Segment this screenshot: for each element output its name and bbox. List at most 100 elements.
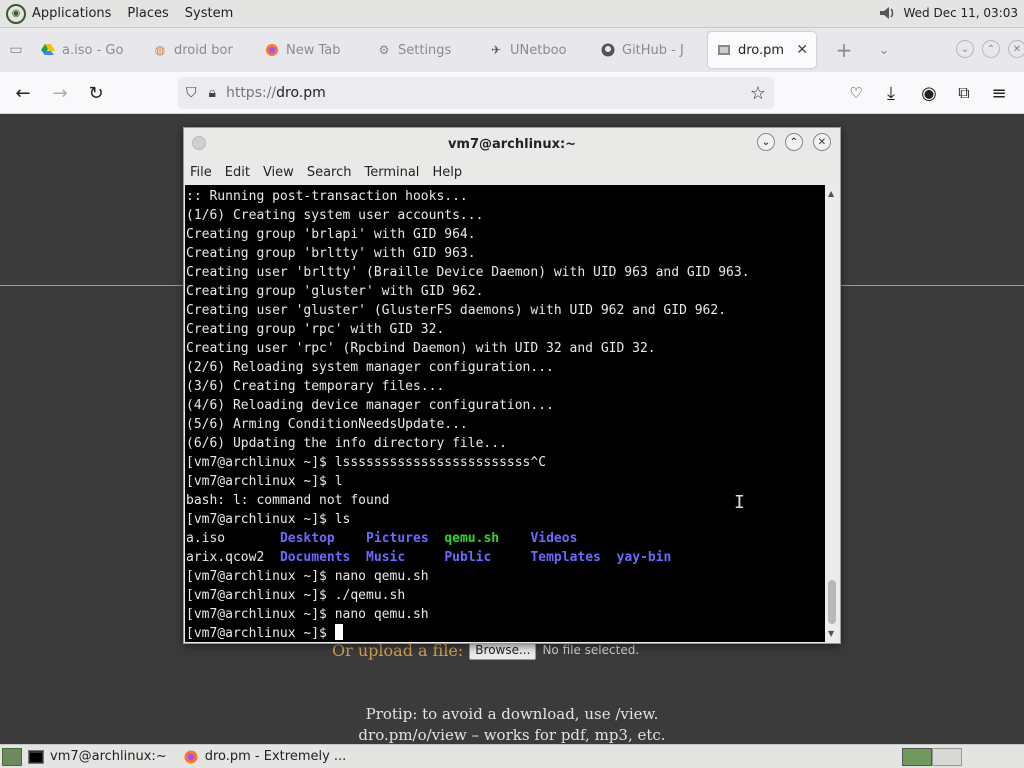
terminal-line: Creating group 'brltty' with GID 963.	[186, 246, 476, 261]
ls-entry: a.iso	[186, 531, 226, 546]
github-icon	[600, 42, 616, 58]
forward-icon[interactable]: →	[47, 80, 73, 106]
close-browser-icon[interactable]: ✕	[1008, 40, 1024, 58]
bookmark-star-icon[interactable]: ☆	[750, 83, 766, 104]
tab-label: New Tab	[286, 42, 341, 58]
terminal-line: (5/6) Arming ConditionNeedsUpdate...	[186, 417, 468, 432]
taskbar-label: dro.pm - Extremely ...	[204, 749, 347, 764]
tab-dro-pm[interactable]: dro.pm ✕	[708, 32, 816, 68]
menu-terminal[interactable]: Terminal	[364, 165, 419, 180]
url-host: dro.pm	[276, 85, 326, 101]
firefox-icon	[264, 42, 280, 58]
dro-icon	[716, 42, 732, 58]
ls-entry: Documents	[279, 550, 351, 565]
taskbar: vm7@archlinux:~ dro.pm - Extremely ...	[0, 744, 1024, 768]
terminal-line: [vm7@archlinux ~]$ nano qemu.sh	[186, 607, 429, 622]
protip-line-2: dro.pm/o/view – works for pdf, mp3, etc.	[358, 726, 666, 744]
terminal-line: Creating user 'rpc' (Rpcbind Daemon) wit…	[186, 341, 656, 356]
ls-output-row: a.iso Desktop Pictures qemu.sh Videos	[185, 529, 826, 548]
terminal-line: (3/6) Creating temporary files...	[186, 379, 445, 394]
lock-icon[interactable]: 🔒︎	[209, 85, 216, 101]
terminal-line: (2/6) Reloading system manager configura…	[186, 360, 554, 375]
applications-menu[interactable]: Applications	[32, 6, 111, 21]
app-menu-icon[interactable]: ≡	[986, 80, 1012, 106]
terminal-line: [vm7@archlinux ~]$ l	[186, 474, 343, 489]
window-menu-icon[interactable]	[192, 136, 206, 150]
terminal-line: [vm7@archlinux ~]$ ls	[186, 512, 351, 527]
tab-settings[interactable]: ⚙ Settings	[368, 32, 480, 68]
maximize-browser-icon[interactable]: ⌃	[982, 40, 1000, 58]
terminal-line: Creating user 'gluster' (GlusterFS daemo…	[186, 303, 727, 318]
workspace-2[interactable]	[932, 748, 962, 766]
tab-strip: ▭ a.iso - Go ◍ droid bor New Tab ⚙ Setti…	[0, 28, 1024, 72]
tab-label: a.iso - Go	[62, 42, 124, 58]
minimize-browser-icon[interactable]: ⌄	[956, 40, 974, 58]
clock[interactable]: Wed Dec 11, 03:03	[904, 6, 1019, 20]
tab-google-drive[interactable]: a.iso - Go	[32, 32, 144, 68]
mate-logo-icon[interactable]: ◉	[6, 3, 26, 24]
terminal-title: vm7@archlinux:~	[447, 136, 577, 152]
new-tab-button[interactable]: +	[828, 34, 860, 66]
terminal-line: (1/6) Creating system user accounts...	[186, 208, 484, 223]
ls-entry: Public	[444, 550, 492, 565]
account-icon[interactable]: ◉	[916, 80, 942, 106]
no-file-label: No file selected.	[542, 643, 640, 657]
nav-bar: ← → ↻ ⛉ 🔒︎ https://dro.pm ☆ ♡ ⤓ ◉ ⧉ ≡	[0, 72, 1024, 114]
terminal-titlebar[interactable]: vm7@archlinux:~ ⌄ ⌃ ✕	[184, 128, 840, 160]
menu-search[interactable]: Search	[307, 165, 352, 180]
maximize-icon[interactable]: ⌃	[785, 133, 803, 151]
terminal-screen[interactable]: :: Running post-transaction hooks...(1/6…	[185, 185, 826, 642]
list-all-tabs-icon[interactable]: ⌄	[868, 34, 900, 66]
terminal-window[interactable]: vm7@archlinux:~ ⌄ ⌃ ✕ File Edit View Sea…	[183, 127, 841, 644]
url-protocol: https://	[225, 85, 277, 101]
tab-new-tab[interactable]: New Tab	[256, 32, 368, 68]
tab-github[interactable]: GitHub - J	[592, 32, 704, 68]
terminal-line: :: Running post-transaction hooks...	[186, 189, 468, 204]
volume-icon[interactable]	[878, 4, 896, 22]
taskbar-item-terminal[interactable]: vm7@archlinux:~	[28, 746, 177, 768]
tab-droid-bor[interactable]: ◍ droid bor	[144, 32, 256, 68]
terminal-prompt[interactable]: [vm7@archlinux ~]$	[185, 624, 826, 642]
unetbootin-icon: ✈	[490, 43, 502, 57]
ls-entry: qemu.sh	[444, 531, 500, 546]
show-desktop-icon[interactable]	[2, 747, 22, 766]
tab-unetbootin[interactable]: ✈ UNetboo	[480, 32, 592, 68]
scroll-up-icon[interactable]: ▲	[828, 189, 834, 198]
terminal-line: (6/6) Updating the info directory file..…	[186, 436, 507, 451]
menu-edit[interactable]: Edit	[225, 165, 250, 180]
taskbar-item-firefox[interactable]: dro.pm - Extremely ...	[183, 746, 357, 768]
workspace-1[interactable]	[902, 748, 932, 766]
url-text[interactable]: https://dro.pm	[226, 85, 326, 101]
close-tab-icon[interactable]: ✕	[796, 42, 808, 58]
taskbar-label: vm7@archlinux:~	[50, 749, 167, 764]
download-icon[interactable]: ⤓	[878, 80, 904, 106]
terminal-line: [vm7@archlinux ~]$ ./qemu.sh	[186, 588, 406, 603]
pocket-icon[interactable]: ♡	[843, 80, 869, 106]
back-icon[interactable]: ←	[10, 80, 36, 106]
menu-view[interactable]: View	[263, 165, 294, 180]
places-menu[interactable]: Places	[127, 6, 168, 21]
url-bar[interactable]: ⛉ 🔒︎ https://dro.pm ☆	[178, 77, 774, 109]
protip-line-1: Protip: to avoid a download, use /view.	[365, 705, 659, 723]
gear-icon: ⚙	[378, 43, 390, 57]
close-icon[interactable]: ✕	[813, 133, 831, 151]
tab-label: dro.pm	[738, 42, 785, 58]
tab-label: GitHub - J	[622, 42, 684, 58]
system-menu[interactable]: System	[185, 6, 233, 21]
minimize-icon[interactable]: ⌄	[757, 133, 775, 151]
text-cursor-icon: I	[734, 492, 745, 513]
scroll-down-icon[interactable]: ▼	[828, 629, 834, 638]
tab-label: UNetboo	[510, 42, 567, 58]
terminal-scrollbar[interactable]: ▲ ▼	[825, 185, 839, 642]
menu-file[interactable]: File	[190, 165, 212, 180]
ls-output-row: arix.qcow2 Documents Music Public Templa…	[185, 548, 826, 567]
tab-list-icon[interactable]: ▭	[0, 34, 32, 66]
menu-help[interactable]: Help	[432, 165, 462, 180]
reload-icon[interactable]: ↻	[83, 80, 109, 106]
terminal-line: Creating user 'brltty' (Braille Device D…	[186, 265, 750, 280]
shield-icon[interactable]: ⛉	[186, 85, 197, 101]
scrollbar-thumb[interactable]	[828, 580, 836, 624]
terminal-line: (4/6) Reloading device manager configura…	[186, 398, 554, 413]
extensions-icon[interactable]: ⧉	[951, 80, 977, 106]
tab-label: Settings	[398, 42, 452, 58]
